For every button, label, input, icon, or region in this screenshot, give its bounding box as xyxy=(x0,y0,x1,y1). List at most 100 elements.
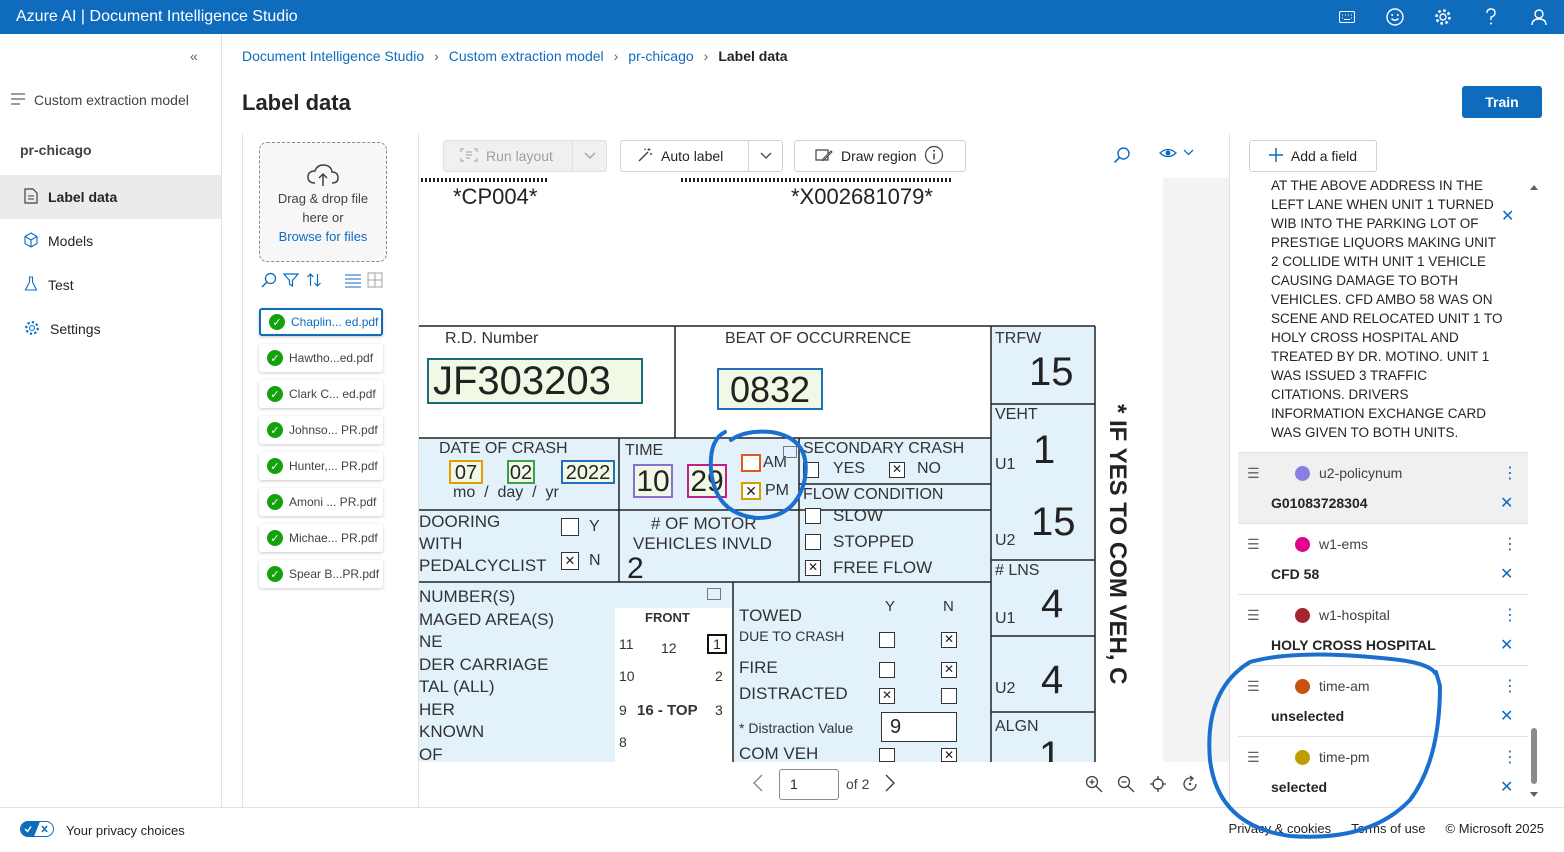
auto-label-button[interactable]: Auto label xyxy=(620,140,783,172)
doc-lns-u2-label: U2 xyxy=(995,680,1016,697)
search-icon[interactable] xyxy=(1113,146,1131,169)
field-item[interactable]: ☰ time-pm ⋮ selected ✕ xyxy=(1238,736,1528,807)
doc-beat[interactable]: 0832 xyxy=(717,368,823,410)
privacy-cookies-link[interactable]: Privacy & cookies xyxy=(1229,821,1332,836)
doc-com-veh: COM VEH xyxy=(739,744,819,762)
file-item[interactable]: ✓ Johnso... PR.pdf xyxy=(259,416,383,444)
doc-rd-number[interactable]: JF303203 xyxy=(427,358,643,404)
table-icon[interactable] xyxy=(783,446,797,458)
filter-icon[interactable] xyxy=(282,272,300,291)
chevron-down-icon[interactable] xyxy=(572,141,606,171)
doc-trfw: 15 xyxy=(1029,350,1074,394)
feedback-smiley-icon[interactable] xyxy=(1384,6,1406,28)
info-icon[interactable] xyxy=(924,145,944,168)
close-icon[interactable]: ✕ xyxy=(1501,206,1514,226)
search-icon[interactable] xyxy=(261,272,277,291)
fields-scrollbar[interactable] xyxy=(1528,182,1540,802)
dropzone-text-2: here or xyxy=(302,210,344,225)
nav-item-models[interactable]: Models xyxy=(0,219,221,263)
grid-view-icon[interactable] xyxy=(367,272,383,291)
nav-item-label-data[interactable]: Label data xyxy=(0,175,221,219)
sort-icon[interactable] xyxy=(306,272,322,291)
fit-to-page-icon[interactable] xyxy=(1149,775,1167,798)
page-number-input[interactable]: 1 xyxy=(779,769,839,800)
settings-gear-icon[interactable] xyxy=(1432,6,1454,28)
close-icon[interactable]: ✕ xyxy=(1500,493,1513,513)
doc-month[interactable]: 07 xyxy=(449,460,483,484)
breadcrumb-model-type[interactable]: Custom extraction model xyxy=(449,48,604,64)
doc-year[interactable]: 2022 xyxy=(561,460,615,484)
eye-visibility-icon[interactable] xyxy=(1159,146,1195,163)
close-icon[interactable]: ✕ xyxy=(1500,564,1513,584)
document-page[interactable]: *CP004* *X002681079* R.D. Number JF30320… xyxy=(419,178,1163,762)
drag-handle-icon[interactable]: ☰ xyxy=(1247,749,1260,766)
drag-handle-icon[interactable]: ☰ xyxy=(1247,536,1260,553)
close-icon[interactable]: ✕ xyxy=(1500,635,1513,655)
doc-hour[interactable]: 10 xyxy=(633,464,673,498)
table-icon[interactable] xyxy=(707,588,721,600)
more-options-icon[interactable]: ⋮ xyxy=(1502,605,1518,625)
drag-handle-icon[interactable]: ☰ xyxy=(1247,678,1260,695)
nav-item-test[interactable]: Test xyxy=(0,263,221,307)
doc-day[interactable]: 02 xyxy=(507,460,535,484)
doc-diagram-num: 10 xyxy=(619,668,635,684)
zoom-in-icon[interactable] xyxy=(1085,775,1103,798)
doc-minute[interactable]: 29 xyxy=(687,464,727,498)
run-layout-button[interactable]: Run layout xyxy=(443,140,607,172)
drag-handle-icon[interactable]: ☰ xyxy=(1247,465,1260,482)
file-dropzone[interactable]: Drag & drop file here or Browse for file… xyxy=(259,142,387,262)
more-options-icon[interactable]: ⋮ xyxy=(1502,676,1518,696)
close-icon[interactable]: ✕ xyxy=(1500,706,1513,726)
field-item[interactable]: ☰ u2-policynum ⋮ G01083728304 ✕ xyxy=(1238,452,1528,523)
collapse-nav-button[interactable]: « xyxy=(190,48,198,64)
chevron-left-icon[interactable] xyxy=(753,774,763,797)
draw-region-button[interactable]: Draw region xyxy=(794,140,966,172)
more-options-icon[interactable]: ⋮ xyxy=(1502,534,1518,554)
rotate-icon[interactable] xyxy=(1181,775,1199,798)
terms-of-use-link[interactable]: Terms of use xyxy=(1351,821,1425,836)
file-item[interactable]: ✓ Spear B...PR.pdf xyxy=(259,560,383,588)
account-icon[interactable] xyxy=(1528,6,1550,28)
browse-files-link[interactable]: Browse for files xyxy=(260,227,386,246)
privacy-choices[interactable]: Your privacy choices xyxy=(20,821,185,840)
file-item[interactable]: ✓ Clark C... ed.pdf xyxy=(259,380,383,408)
file-item[interactable]: ✓ Michae... PR.pdf xyxy=(259,524,383,552)
chevron-right-icon[interactable] xyxy=(885,774,895,797)
doc-diagram-top: 16 - TOP xyxy=(637,702,698,719)
list-view-icon[interactable] xyxy=(344,272,362,291)
doc-am-checkbox[interactable] xyxy=(741,454,761,472)
nav-item-settings[interactable]: Settings xyxy=(0,307,221,351)
check-circle-icon: ✓ xyxy=(267,422,283,438)
help-icon[interactable] xyxy=(1480,6,1502,28)
breadcrumb-project[interactable]: pr-chicago xyxy=(628,48,693,64)
keyboard-icon[interactable] xyxy=(1336,6,1358,28)
field-item[interactable]: ☰ time-am ⋮ unselected ✕ xyxy=(1238,665,1528,736)
doc-veht-label: VEHT xyxy=(995,406,1038,423)
drag-handle-icon[interactable]: ☰ xyxy=(1247,607,1260,624)
field-item[interactable]: ☰ w1-ems ⋮ CFD 58 ✕ xyxy=(1238,523,1528,594)
file-item[interactable]: ✓ Hawtho...ed.pdf xyxy=(259,344,383,372)
doc-pm-checkbox[interactable]: ✕ xyxy=(741,482,761,500)
doc-date-label: DATE OF CRASH xyxy=(439,440,568,457)
field-item[interactable]: ☰ w1-hospital ⋮ HOLY CROSS HOSPITAL ✕ xyxy=(1238,594,1528,665)
more-options-icon[interactable]: ⋮ xyxy=(1502,463,1518,483)
train-button[interactable]: Train xyxy=(1462,86,1542,118)
doc-dooring-n-box: ✕ xyxy=(561,552,579,570)
doc-com-veh-n-box: ✕ xyxy=(941,748,957,762)
nav-model-type[interactable]: Custom extraction model xyxy=(10,92,189,108)
zoom-out-icon[interactable] xyxy=(1117,775,1135,798)
file-item[interactable]: ✓ Hunter,... PR.pdf xyxy=(259,452,383,480)
breadcrumb-studio[interactable]: Document Intelligence Studio xyxy=(242,48,424,64)
file-item[interactable]: ✓ Amoni ... PR.pdf xyxy=(259,488,383,516)
doc-damage-line: NE xyxy=(419,632,443,651)
doc-lns-u1: 4 xyxy=(1041,582,1064,626)
doc-secondary-yes-box xyxy=(803,462,819,478)
close-icon[interactable]: ✕ xyxy=(1500,777,1513,797)
add-field-button[interactable]: Add a field xyxy=(1249,140,1377,172)
doc-dooring-1: DOORING xyxy=(419,512,501,531)
more-options-icon[interactable]: ⋮ xyxy=(1502,747,1518,767)
doc-diagram-num: 12 xyxy=(661,640,677,656)
doc-veht-u1: 1 xyxy=(1033,428,1056,472)
chevron-down-icon[interactable] xyxy=(748,141,782,171)
file-item-selected[interactable]: ✓ Chaplin... ed.pdf xyxy=(259,308,383,336)
